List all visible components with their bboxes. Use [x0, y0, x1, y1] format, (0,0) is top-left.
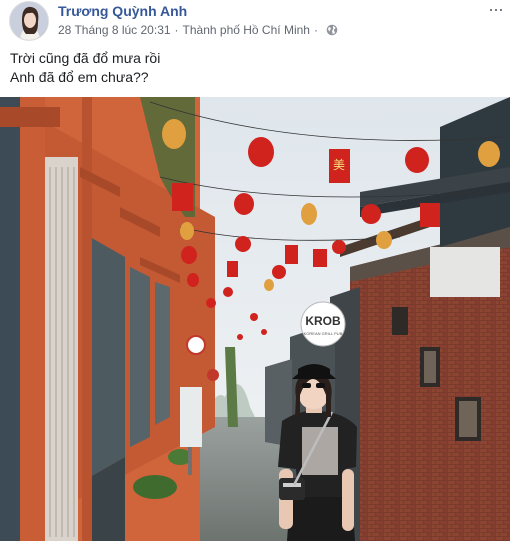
post-date[interactable]: 28 Tháng 8 lúc 20:31	[58, 23, 171, 37]
krob-sign: KROB KOREAN GRILL PUB	[300, 301, 346, 347]
round-sign	[186, 335, 206, 355]
street-post	[188, 447, 192, 475]
post-text: Trời cũng đã đổ mưa rồi Anh đã đổ em chư…	[10, 49, 160, 87]
round-sign-small	[207, 369, 219, 381]
meta-separator-2: ·	[313, 23, 318, 37]
lantern-character: 美	[333, 158, 345, 172]
sign-subtitle: KOREAN GRILL PUB	[304, 331, 343, 336]
post-location[interactable]: Thành phố Hồ Chí Minh	[183, 23, 310, 37]
post-photo[interactable]: KROB KOREAN GRILL PUB 美	[0, 97, 510, 541]
meta-separator: ·	[174, 23, 179, 37]
globe-icon[interactable]	[326, 24, 338, 36]
post-text-line-2: Anh đã đổ em chưa??	[10, 69, 149, 85]
post-meta: 28 Tháng 8 lúc 20:31 · Thành phố Hồ Chí …	[58, 23, 338, 37]
post-options-button[interactable]: ···	[488, 0, 504, 18]
author-avatar[interactable]	[9, 1, 49, 41]
author-name[interactable]: Trương Quỳnh Anh	[58, 3, 187, 19]
sign-brand: KROB	[305, 314, 341, 328]
post-text-line-1: Trời cũng đã đổ mưa rồi	[10, 50, 161, 66]
